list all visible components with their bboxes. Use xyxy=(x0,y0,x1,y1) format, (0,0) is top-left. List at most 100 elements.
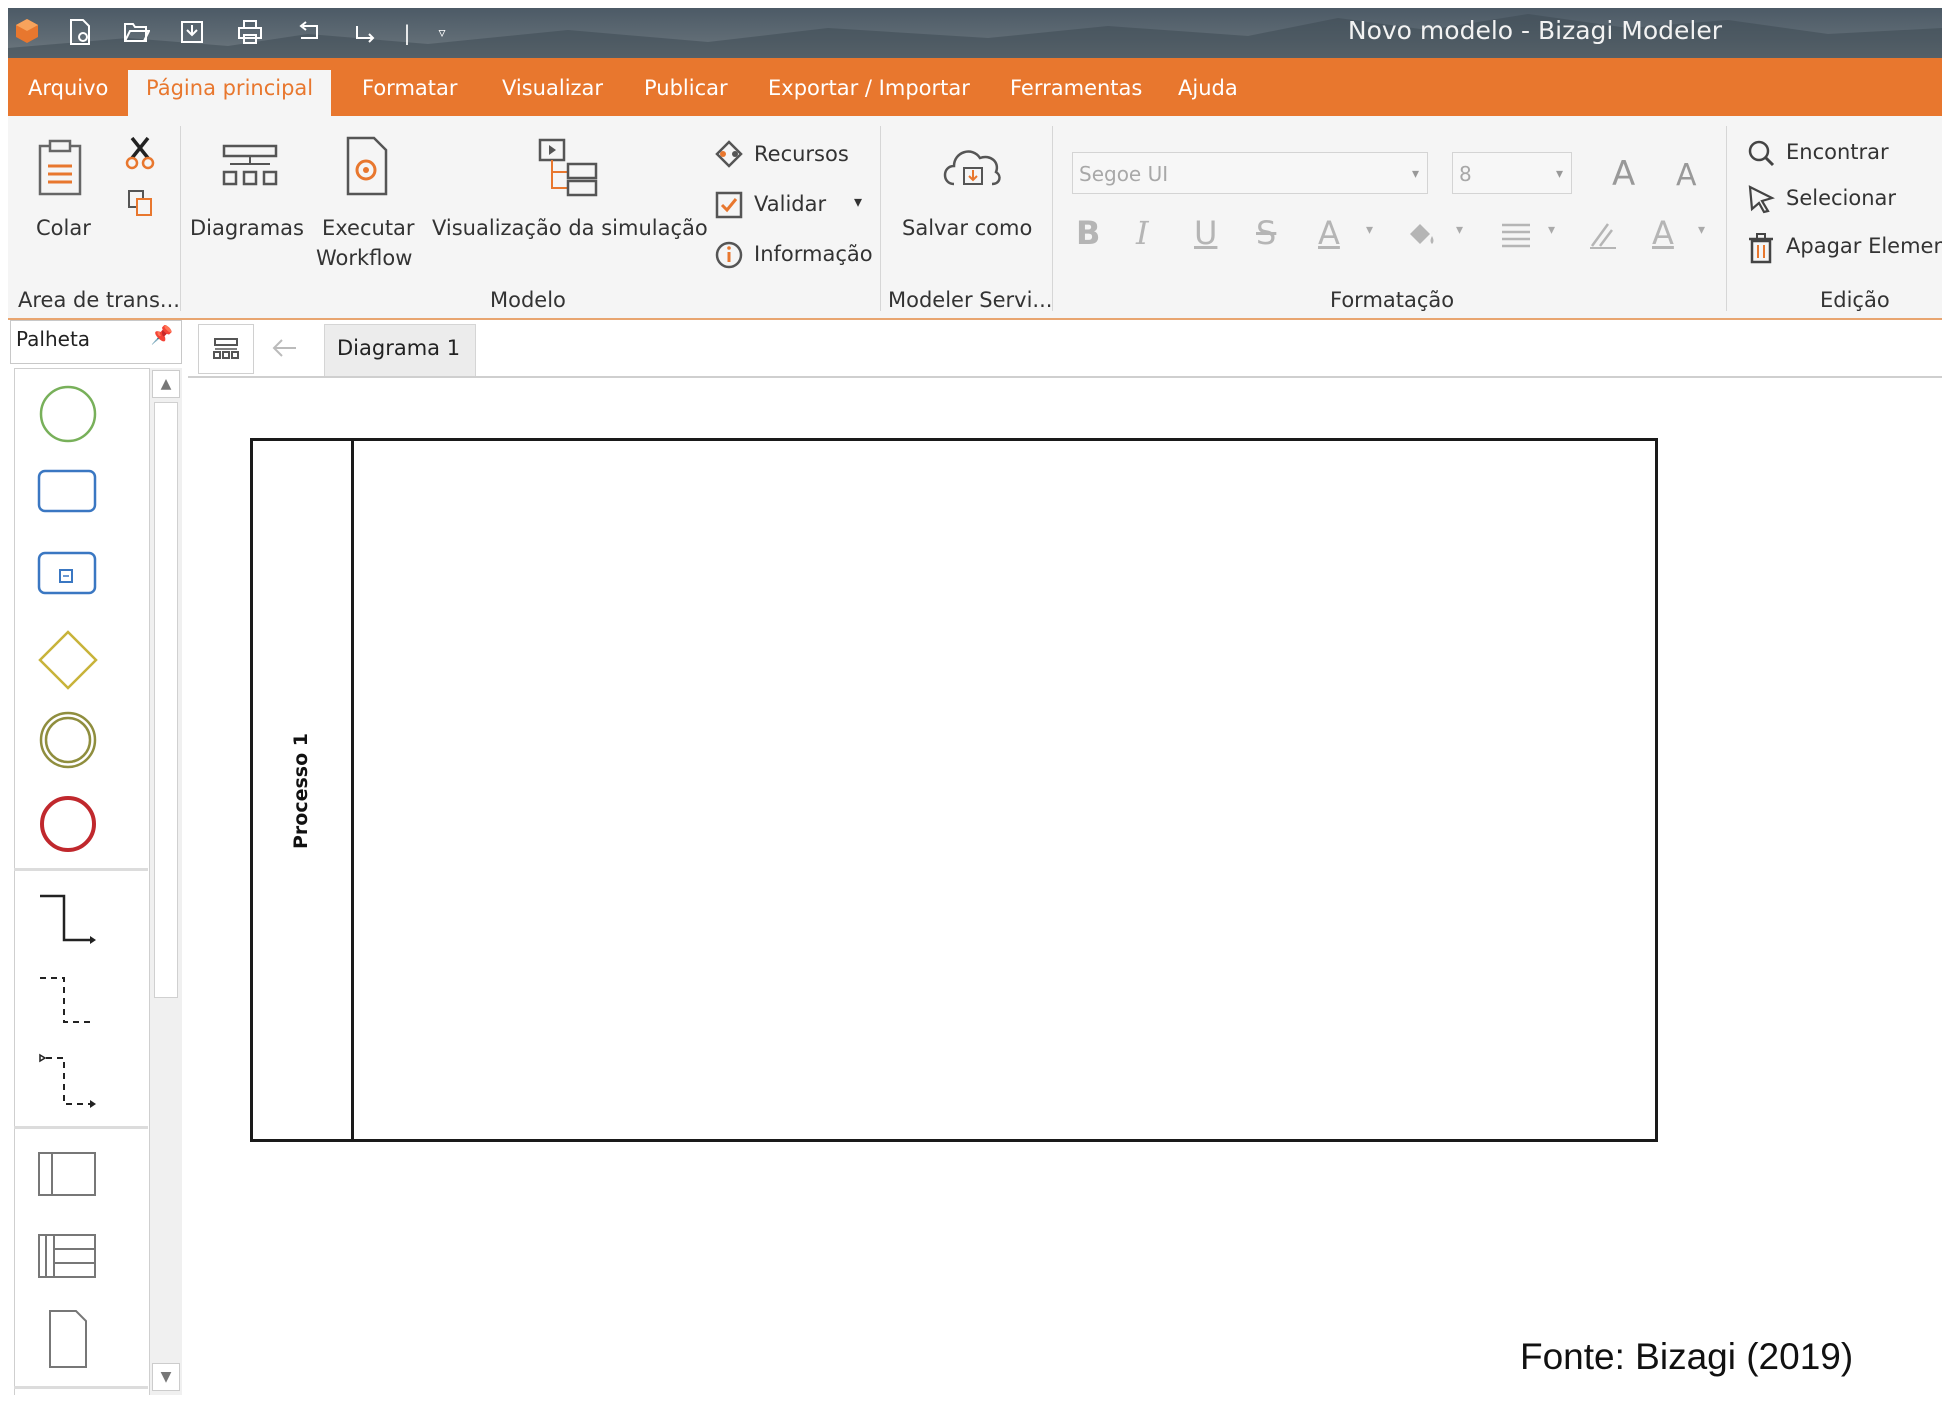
group-separator xyxy=(880,126,881,311)
menu-file[interactable]: Arquivo xyxy=(10,70,126,116)
pool-header[interactable]: Processo 1 xyxy=(253,441,354,1139)
grow-font-icon[interactable]: A xyxy=(1612,154,1635,194)
tab-ajuda[interactable]: Ajuda xyxy=(1160,70,1256,116)
task-icon[interactable] xyxy=(36,468,98,518)
chevron-down-icon[interactable]: ▾ xyxy=(1456,222,1463,238)
palette-title: Palheta xyxy=(16,327,91,351)
save-icon[interactable] xyxy=(176,18,208,48)
sequence-flow-icon[interactable] xyxy=(36,890,102,954)
start-event-icon[interactable] xyxy=(38,384,98,448)
trash-icon[interactable] xyxy=(1746,232,1776,268)
font-family-select[interactable]: Segoe UI ▾ xyxy=(1072,152,1428,194)
group-separator xyxy=(1726,126,1727,311)
chevron-down-icon: ▾ xyxy=(1411,166,1419,182)
pool-icon[interactable] xyxy=(36,1150,98,1202)
cut-icon[interactable] xyxy=(124,136,156,174)
information-icon[interactable] xyxy=(714,240,744,274)
chevron-down-icon[interactable]: ▾ xyxy=(1698,222,1705,238)
simulation-icon[interactable] xyxy=(536,138,600,202)
pool-processo-1[interactable]: Processo 1 xyxy=(250,438,1658,1142)
undo-icon[interactable] xyxy=(292,18,326,48)
tab-publicar[interactable]: Publicar xyxy=(626,70,746,116)
subprocess-icon[interactable] xyxy=(36,550,98,600)
palette-divider xyxy=(14,1386,148,1389)
end-event-icon[interactable] xyxy=(38,794,98,858)
chevron-down-icon[interactable]: ▾ xyxy=(1548,222,1555,238)
resources-button-label[interactable]: Recursos xyxy=(754,142,849,166)
document-tab-bar: Diagrama 1 xyxy=(188,320,1942,378)
font-size-select[interactable]: 8 ▾ xyxy=(1452,152,1572,194)
validate-button-label[interactable]: Validar xyxy=(754,192,826,216)
gateway-icon[interactable] xyxy=(36,628,100,696)
scroll-up-icon[interactable]: ▲ xyxy=(152,370,180,398)
open-folder-icon[interactable] xyxy=(120,18,152,48)
group-separator xyxy=(1052,126,1053,311)
message-flow-icon[interactable] xyxy=(36,1052,102,1118)
customize-icon[interactable]: ▿ xyxy=(432,18,452,48)
run-workflow-label-line2[interactable]: Workflow xyxy=(316,246,412,270)
select-button-label[interactable]: Selecionar xyxy=(1786,186,1896,210)
group-label-editing: Edição xyxy=(1820,288,1890,312)
strikethrough-icon[interactable]: S xyxy=(1256,214,1276,252)
scrollbar-thumb[interactable] xyxy=(154,402,178,998)
run-workflow-icon[interactable] xyxy=(344,136,390,200)
italic-icon[interactable]: I xyxy=(1136,214,1149,252)
font-family-value: Segoe UI xyxy=(1079,162,1169,186)
source-caption: Fonte: Bizagi (2019) xyxy=(1520,1336,1854,1377)
tab-ferramentas[interactable]: Ferramentas xyxy=(992,70,1160,116)
tab-visualizar[interactable]: Visualizar xyxy=(484,70,621,116)
save-as-button-label[interactable]: Salvar como xyxy=(902,216,1032,240)
font-size-value: 8 xyxy=(1459,162,1472,186)
tab-formatar[interactable]: Formatar xyxy=(344,70,476,116)
association-icon[interactable] xyxy=(36,972,102,1036)
select-cursor-icon[interactable] xyxy=(1746,184,1776,218)
print-icon[interactable] xyxy=(234,18,266,48)
logo-icon xyxy=(12,18,42,48)
ribbon: Colar Area de trans... Diagramas Executa… xyxy=(8,116,1942,320)
search-icon[interactable] xyxy=(1746,138,1776,172)
diagram-overview-button[interactable] xyxy=(198,324,254,374)
shrink-font-icon[interactable]: A xyxy=(1676,158,1697,193)
data-object-icon[interactable] xyxy=(46,1308,90,1374)
diagrams-icon[interactable] xyxy=(220,144,280,192)
group-label-clipboard: Area de trans... xyxy=(18,288,180,312)
copy-icon[interactable] xyxy=(126,188,156,222)
simulation-button-label[interactable]: Visualização da simulação xyxy=(432,216,708,240)
tab-diagrama-1[interactable]: Diagrama 1 xyxy=(324,324,476,376)
pin-icon[interactable]: 📌 xyxy=(151,325,173,346)
fill-color-icon[interactable] xyxy=(1404,218,1438,256)
palette-divider xyxy=(14,1126,148,1129)
paste-button-label[interactable]: Colar xyxy=(36,216,91,240)
tab-exportar-importar[interactable]: Exportar / Importar xyxy=(750,70,988,116)
validate-dropdown-icon[interactable]: ▾ xyxy=(854,192,862,211)
find-button-label[interactable]: Encontrar xyxy=(1786,140,1889,164)
align-icon[interactable] xyxy=(1500,220,1532,254)
validate-icon[interactable] xyxy=(714,190,744,224)
information-button-label[interactable]: Informação xyxy=(754,242,873,266)
resources-icon[interactable] xyxy=(714,140,744,174)
title-bar: | ▿ Novo modelo - Bizagi Modeler xyxy=(8,8,1942,58)
diagrams-button-label[interactable]: Diagramas xyxy=(190,216,304,240)
new-document-icon[interactable] xyxy=(64,18,96,48)
group-separator xyxy=(180,126,181,311)
tab-pagina-principal[interactable]: Página principal xyxy=(128,70,332,116)
menu-bar: Arquivo Página principal Formatar Visual… xyxy=(8,58,1942,116)
chevron-down-icon[interactable]: ▾ xyxy=(1366,222,1373,238)
intermediate-event-icon[interactable] xyxy=(38,710,98,774)
palette-scrollbar[interactable]: ▲ ▼ xyxy=(150,368,182,1395)
group-label-modeler-services: Modeler Servi... xyxy=(888,288,1053,312)
palette-divider xyxy=(14,868,148,871)
redo-icon[interactable] xyxy=(348,18,382,48)
clear-format-icon[interactable] xyxy=(1586,218,1620,256)
paste-icon[interactable] xyxy=(34,138,90,202)
scroll-down-icon[interactable]: ▼ xyxy=(152,1363,180,1391)
bold-icon[interactable]: B xyxy=(1076,214,1100,252)
font-color-icon[interactable]: A xyxy=(1318,214,1340,252)
underline-icon[interactable]: U xyxy=(1194,214,1217,252)
run-workflow-label-line1[interactable]: Executar xyxy=(322,216,415,240)
delete-element-button-label[interactable]: Apagar Elemen xyxy=(1786,234,1942,258)
cloud-save-icon[interactable] xyxy=(938,140,1004,200)
lanes-icon[interactable] xyxy=(36,1232,98,1284)
back-button[interactable] xyxy=(258,324,314,374)
text-color-icon[interactable]: A xyxy=(1652,214,1674,252)
